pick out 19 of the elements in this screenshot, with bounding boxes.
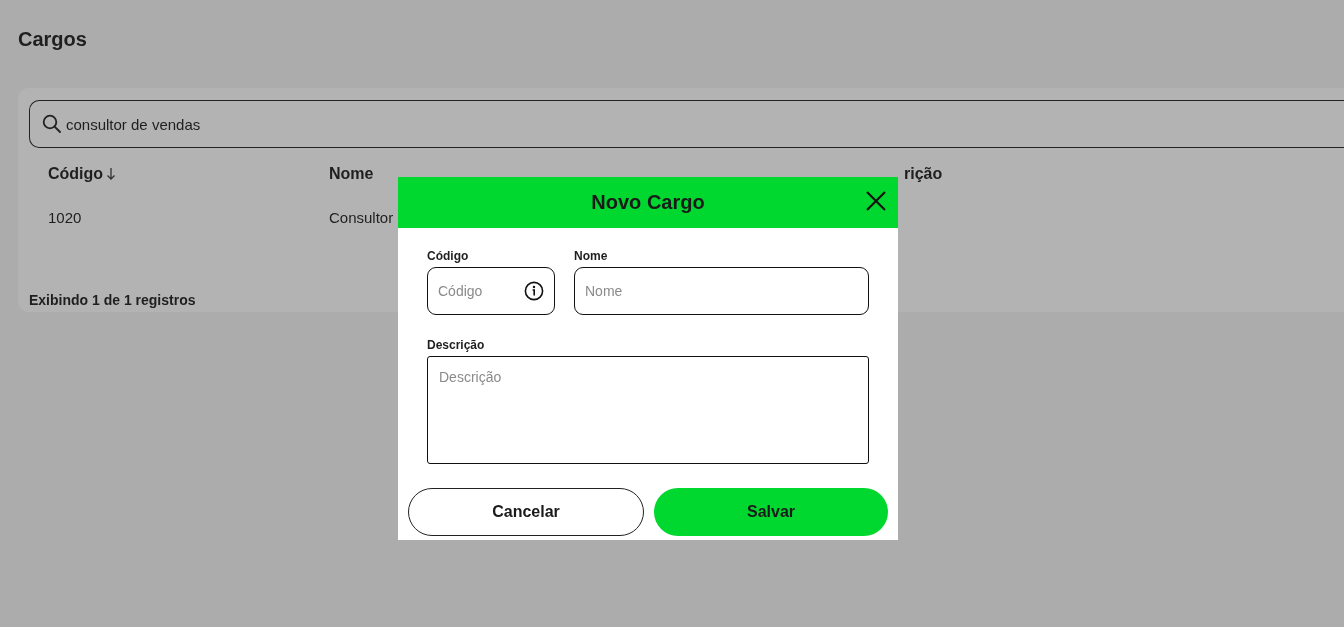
page-title: Cargos	[18, 27, 88, 52]
input-field[interactable]: Código	[428, 268, 524, 314]
search-icon	[42, 114, 62, 134]
cancel-button[interactable]: Cancelar	[408, 488, 644, 536]
column-header[interactable]: rição	[904, 165, 943, 182]
field-label: Descrição	[427, 337, 486, 353]
info-icon[interactable]	[524, 281, 544, 301]
column-header[interactable]: Nome	[329, 165, 374, 182]
description-field[interactable]: Descrição	[427, 356, 869, 464]
field-label: Código	[427, 248, 470, 264]
modal-title: Novo Cargo	[591, 191, 705, 214]
column-header[interactable]: Código	[48, 164, 104, 184]
field-label: Nome	[574, 248, 609, 264]
search-field[interactable]: consultor de vendas	[29, 100, 1344, 148]
table-cell-text: Consultor	[329, 208, 395, 228]
table-cell-text: 1020	[48, 208, 83, 228]
save-button[interactable]: Salvar	[654, 488, 888, 536]
input-field[interactable]: Código	[427, 267, 555, 315]
close-icon[interactable]	[864, 189, 888, 213]
